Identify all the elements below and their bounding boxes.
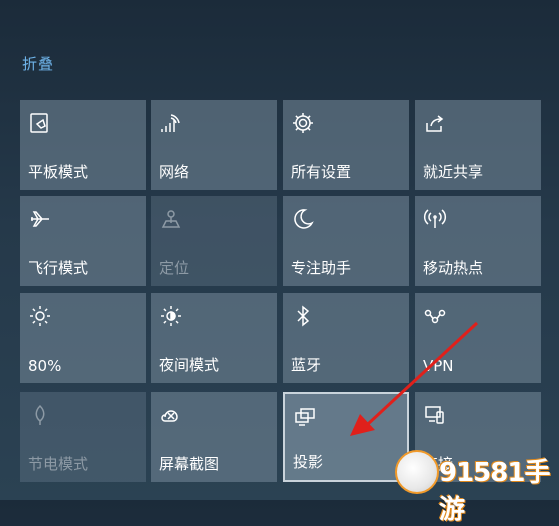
- tile-label: 投影: [293, 453, 324, 471]
- tile-label: 就近共享: [423, 163, 484, 181]
- tile-label: 平板模式: [28, 163, 89, 181]
- tile-airplane-mode[interactable]: 飞行模式: [20, 196, 146, 286]
- night-light-icon: [159, 304, 183, 328]
- tile-brightness[interactable]: 80%: [20, 293, 146, 383]
- tile-label: VPN: [423, 357, 454, 375]
- tile-label: 连接: [423, 455, 454, 473]
- tile-mobile-hotspot[interactable]: 移动热点: [415, 196, 541, 286]
- tile-vpn[interactable]: VPN: [415, 293, 541, 383]
- tile-label: 移动热点: [423, 259, 484, 277]
- tile-label: 节电模式: [28, 455, 89, 473]
- tile-bluetooth[interactable]: 蓝牙: [283, 293, 409, 383]
- moon-icon: [291, 207, 315, 231]
- connect-icon: [423, 403, 447, 427]
- tile-label: 夜间模式: [159, 356, 220, 374]
- tile-battery-saver[interactable]: 节电模式: [20, 392, 146, 482]
- tile-all-settings[interactable]: 所有设置: [283, 100, 409, 190]
- tile-label: 所有设置: [291, 163, 352, 181]
- tile-label: 定位: [159, 259, 190, 277]
- battery-saver-icon: [28, 403, 52, 427]
- tile-project[interactable]: 投影: [283, 392, 409, 482]
- tile-label: 网络: [159, 163, 190, 181]
- screen-snip-icon: [159, 403, 183, 427]
- tile-nearby-share[interactable]: 就近共享: [415, 100, 541, 190]
- tablet-mode-icon: [28, 111, 52, 135]
- airplane-icon: [28, 207, 52, 231]
- tile-network[interactable]: 网络: [151, 100, 277, 190]
- tile-label: 80%: [28, 357, 62, 375]
- tile-connect[interactable]: 连接: [415, 392, 541, 482]
- collapse-link[interactable]: 折叠: [22, 53, 54, 74]
- tile-focus-assist[interactable]: 专注助手: [283, 196, 409, 286]
- tile-label: 飞行模式: [28, 259, 89, 277]
- bluetooth-icon: [291, 304, 315, 328]
- project-icon: [293, 405, 317, 429]
- tile-screen-snip[interactable]: 屏幕截图: [151, 392, 277, 482]
- vpn-icon: [423, 304, 447, 328]
- network-icon: [159, 111, 183, 135]
- location-icon: [159, 207, 183, 231]
- tile-label: 专注助手: [291, 259, 352, 277]
- tile-location[interactable]: 定位: [151, 196, 277, 286]
- tile-label: 屏幕截图: [159, 455, 220, 473]
- brightness-icon: [28, 304, 52, 328]
- tile-label: 蓝牙: [291, 356, 322, 374]
- gear-icon: [291, 111, 315, 135]
- tile-tablet-mode[interactable]: 平板模式: [20, 100, 146, 190]
- tile-night-light[interactable]: 夜间模式: [151, 293, 277, 383]
- nearby-share-icon: [423, 111, 447, 135]
- hotspot-icon: [423, 207, 447, 231]
